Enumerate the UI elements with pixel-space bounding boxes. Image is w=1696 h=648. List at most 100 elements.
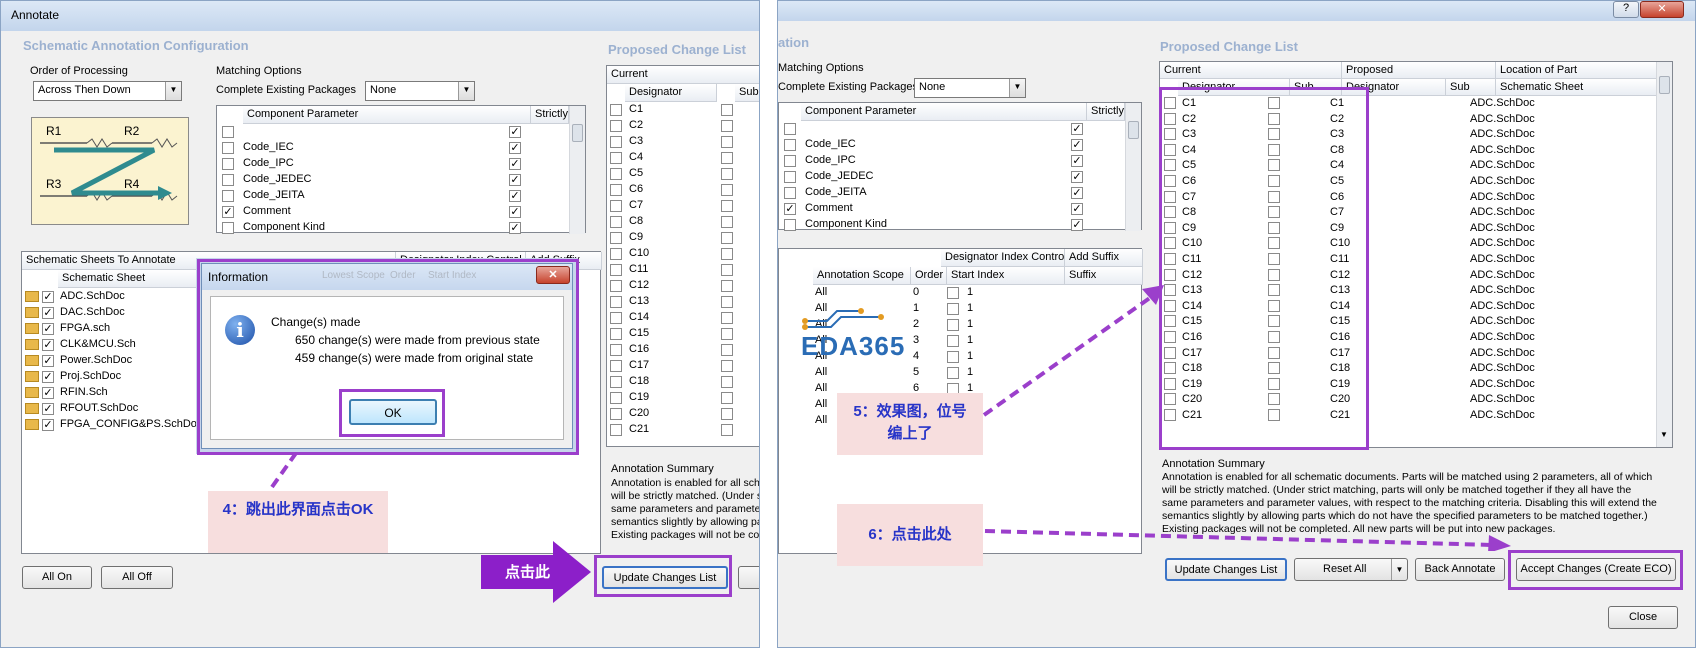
sub-checkbox[interactable] xyxy=(721,312,733,324)
designator-row[interactable]: C8 xyxy=(607,214,759,231)
sheet-checkbox[interactable]: ✓ xyxy=(42,355,54,367)
designator-row[interactable]: C10 xyxy=(607,246,759,263)
chevron-down-icon[interactable]: ▼ xyxy=(165,82,181,100)
param-checkbox[interactable]: ✓ xyxy=(784,203,796,215)
param-checkbox[interactable] xyxy=(784,219,796,231)
param-checkbox[interactable] xyxy=(222,142,234,154)
right-complete-pkg-combo[interactable]: None ▼ xyxy=(914,78,1026,98)
sub-checkbox[interactable] xyxy=(721,296,733,308)
right-param-scrollbar[interactable] xyxy=(1125,103,1141,231)
designator-row[interactable]: C2 xyxy=(607,118,759,135)
strict-checkbox[interactable]: ✓ xyxy=(509,158,521,170)
right-update-changes-button[interactable]: Update Changes List xyxy=(1165,558,1287,581)
designator-row[interactable]: C20 xyxy=(607,406,759,423)
sub-checkbox[interactable] xyxy=(721,376,733,388)
strict-checkbox[interactable]: ✓ xyxy=(1071,155,1083,167)
strict-checkbox[interactable]: ✓ xyxy=(509,190,521,202)
sub-checkbox[interactable] xyxy=(721,168,733,180)
designator-checkbox[interactable] xyxy=(610,120,622,132)
sheet-checkbox[interactable]: ✓ xyxy=(42,291,54,303)
sheet-col[interactable]: Schematic Sheet xyxy=(1496,79,1658,96)
strict-checkbox[interactable]: ✓ xyxy=(509,206,521,218)
help-button[interactable]: ? xyxy=(1613,1,1639,18)
designator-checkbox[interactable] xyxy=(610,232,622,244)
designator-checkbox[interactable] xyxy=(610,328,622,340)
designator-checkbox[interactable] xyxy=(610,392,622,404)
strict-checkbox[interactable]: ✓ xyxy=(509,126,521,138)
designator-row[interactable]: C7 xyxy=(607,198,759,215)
designator-checkbox[interactable] xyxy=(610,376,622,388)
designator-checkbox[interactable] xyxy=(610,200,622,212)
sub-checkbox[interactable] xyxy=(721,360,733,372)
sheet-checkbox[interactable]: ✓ xyxy=(42,323,54,335)
sub-checkbox[interactable] xyxy=(721,344,733,356)
start-checkbox[interactable] xyxy=(947,335,959,347)
complete-pkg-combo[interactable]: None ▼ xyxy=(365,81,475,101)
designator-row[interactable]: C13 xyxy=(607,294,759,311)
designator-row[interactable]: C19 xyxy=(607,390,759,407)
designator-checkbox[interactable] xyxy=(610,280,622,292)
reset-all-button[interactable]: Reset All ▼ xyxy=(1294,558,1408,581)
param-checkbox[interactable]: ✓ xyxy=(222,206,234,218)
back-annotate-button[interactable]: Back Annotate xyxy=(1415,558,1505,581)
scroll-thumb[interactable] xyxy=(572,124,583,142)
designator-row[interactable]: C12 xyxy=(607,278,759,295)
strict-checkbox[interactable]: ✓ xyxy=(509,142,521,154)
designator-checkbox[interactable] xyxy=(610,136,622,148)
designator-row[interactable]: C9 xyxy=(607,230,759,247)
designator-checkbox[interactable] xyxy=(610,168,622,180)
designator-row[interactable]: C15 xyxy=(607,326,759,343)
sub-col-header[interactable]: Sub xyxy=(735,84,759,102)
designator-checkbox[interactable] xyxy=(610,312,622,324)
designator-checkbox[interactable] xyxy=(610,408,622,420)
strict-checkbox[interactable]: ✓ xyxy=(1071,123,1083,135)
right-param-col-header[interactable]: Component Parameter xyxy=(801,103,1087,121)
sub-checkbox[interactable] xyxy=(721,264,733,276)
designator-row[interactable]: C3 xyxy=(607,134,759,151)
chevron-down-icon[interactable]: ▼ xyxy=(1009,79,1025,97)
right-strictly-col-header[interactable]: Strictly xyxy=(1087,103,1125,121)
scope-col-header[interactable]: Annotation Scope xyxy=(813,267,911,285)
param-checkbox[interactable] xyxy=(222,126,234,138)
designator-checkbox[interactable] xyxy=(610,216,622,228)
sheet-checkbox[interactable]: ✓ xyxy=(42,307,54,319)
all-off-button[interactable]: All Off xyxy=(101,566,173,589)
sheet-checkbox[interactable]: ✓ xyxy=(42,419,54,431)
sheet-checkbox[interactable]: ✓ xyxy=(42,371,54,383)
strict-checkbox[interactable]: ✓ xyxy=(1071,187,1083,199)
designator-checkbox[interactable] xyxy=(610,360,622,372)
sheet-checkbox[interactable]: ✓ xyxy=(42,339,54,351)
designator-row[interactable]: C14 xyxy=(607,310,759,327)
designator-checkbox[interactable] xyxy=(610,344,622,356)
param-checkbox[interactable] xyxy=(784,139,796,151)
sub-checkbox[interactable] xyxy=(721,232,733,244)
param-checkbox[interactable] xyxy=(222,222,234,234)
sub-checkbox[interactable] xyxy=(721,248,733,260)
designator-row[interactable]: C11 xyxy=(607,262,759,279)
param-scrollbar[interactable] xyxy=(569,106,585,234)
param-checkbox[interactable] xyxy=(222,158,234,170)
sub-checkbox[interactable] xyxy=(721,104,733,116)
start-checkbox[interactable] xyxy=(947,319,959,331)
all-on-button[interactable]: All On xyxy=(22,566,92,589)
designator-row[interactable]: C4 xyxy=(607,150,759,167)
sub-checkbox[interactable] xyxy=(721,200,733,212)
designator-row[interactable]: C21 xyxy=(607,422,759,439)
sub-checkbox[interactable] xyxy=(721,392,733,404)
order-col-header[interactable]: Order xyxy=(911,267,947,285)
designator-row[interactable]: C18 xyxy=(607,374,759,391)
sub-checkbox[interactable] xyxy=(721,184,733,196)
designator-checkbox[interactable] xyxy=(610,296,622,308)
scroll-down-icon[interactable]: ▼ xyxy=(1660,430,1668,439)
sub-checkbox[interactable] xyxy=(721,328,733,340)
strict-checkbox[interactable]: ✓ xyxy=(509,222,521,234)
change-list-scrollbar[interactable]: ▼ xyxy=(1656,62,1672,447)
designator-checkbox[interactable] xyxy=(610,152,622,164)
param-checkbox[interactable] xyxy=(784,187,796,199)
sheet-checkbox[interactable]: ✓ xyxy=(42,403,54,415)
order-combo[interactable]: Across Then Down ▼ xyxy=(33,81,182,101)
designator-row[interactable]: C17 xyxy=(607,358,759,375)
designator-row[interactable]: C1 xyxy=(607,102,759,119)
chevron-down-icon[interactable]: ▼ xyxy=(458,82,474,100)
sub-checkbox[interactable] xyxy=(721,216,733,228)
